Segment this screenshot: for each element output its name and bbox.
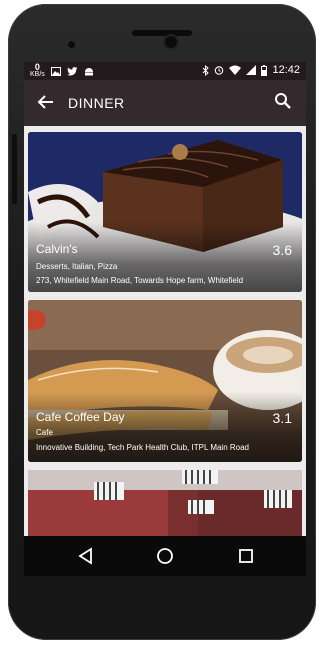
image-icon — [50, 66, 61, 76]
android-icon — [84, 67, 93, 75]
phone-sensor — [68, 41, 75, 48]
restaurant-name: Calvin's — [36, 242, 78, 256]
signal-icon — [246, 65, 257, 75]
restaurant-name: Cafe Coffee Day — [36, 410, 125, 424]
restaurant-card[interactable]: Calvin's 3.6 Desserts, Italian, Pizza 27… — [28, 132, 302, 292]
phone-side-button — [12, 134, 17, 204]
nav-bar — [24, 536, 306, 576]
network-speed-value: 0 — [34, 62, 40, 72]
restaurant-cuisine: Cafe — [36, 428, 53, 437]
alarm-icon — [215, 66, 224, 75]
restaurant-rating: 3.1 — [272, 410, 292, 426]
restaurant-address: Innovative Building, Tech Park Health Cl… — [36, 443, 250, 452]
twitter-icon — [66, 66, 78, 75]
status-time: 12:42 — [272, 64, 300, 76]
bluetooth-icon — [203, 64, 210, 76]
network-speed: 0 KB/s — [30, 62, 45, 79]
restaurant-cuisine: Desserts, Italian, Pizza — [36, 262, 118, 271]
app-bar: DINNER — [24, 80, 306, 126]
back-triangle-icon[interactable] — [76, 546, 96, 566]
status-bar: 0 KB/s 12:42 — [24, 62, 306, 80]
battery-icon — [261, 64, 268, 76]
back-arrow-icon[interactable] — [36, 92, 56, 112]
home-circle-icon[interactable] — [155, 546, 175, 566]
restaurant-rating: 3.6 — [272, 242, 292, 258]
screen: 0 KB/s 12:42 DINNER Calvin's 3.6 Dessert… — [24, 62, 306, 576]
phone-speaker — [132, 30, 192, 36]
phone-front-camera — [165, 36, 177, 48]
wifi-icon — [229, 65, 242, 75]
recents-square-icon[interactable] — [236, 546, 256, 566]
restaurant-card[interactable]: Cafe Coffee Day 3.1 Cafe Innovative Buil… — [28, 300, 302, 462]
search-icon[interactable] — [274, 92, 292, 110]
page-title: DINNER — [68, 95, 125, 111]
restaurant-address: 273, Whitefield Main Road, Towards Hope … — [36, 276, 244, 285]
restaurant-list: Calvin's 3.6 Desserts, Italian, Pizza 27… — [24, 126, 306, 576]
network-speed-unit: KB/s — [30, 71, 45, 78]
